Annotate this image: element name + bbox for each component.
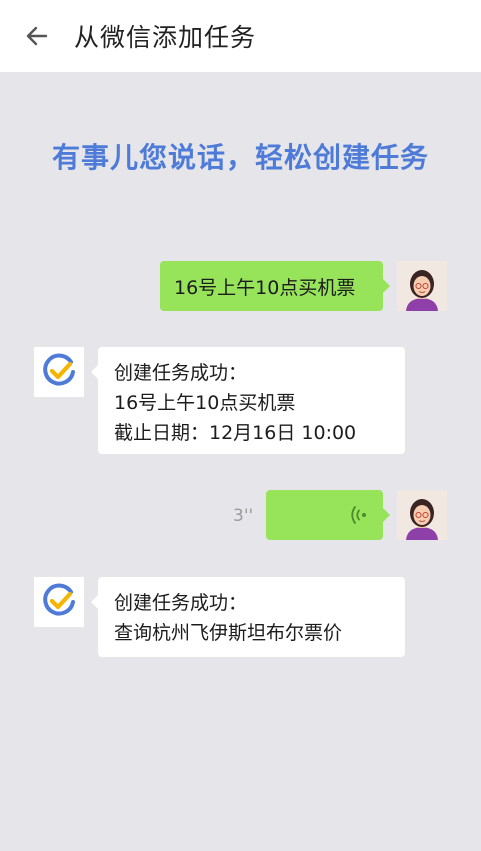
bot-avatar[interactable]: [34, 577, 84, 627]
user-message-text: 16号上午10点买机票: [174, 276, 356, 299]
bot-reply-line: 创建任务成功：: [114, 592, 248, 614]
voice-duration: 3'': [233, 506, 254, 526]
user-avatar[interactable]: [397, 261, 447, 311]
tagline: 有事儿您说话，轻松创建任务: [51, 141, 429, 174]
bot-reply-line: 16号上午10点买机票: [114, 392, 296, 414]
user-avatar[interactable]: [397, 490, 447, 540]
bot-reply-line: 创建任务成功：: [114, 362, 248, 384]
voice-message-bubble[interactable]: [266, 490, 390, 540]
ticktick-logo-icon: [43, 583, 75, 616]
bot-reply-bubble[interactable]: 创建任务成功： 查询杭州飞伊斯坦布尔票价: [91, 577, 405, 657]
header-bar: 从微信添加任务: [0, 0, 481, 72]
user-message-bubble[interactable]: 16号上午10点买机票: [160, 261, 390, 311]
bot-reply-bubble[interactable]: 创建任务成功： 16号上午10点买机票 截止日期：12月16日 10:00: [91, 347, 405, 454]
bot-reply-line: 查询杭州飞伊斯坦布尔票价: [114, 622, 343, 644]
back-arrow-icon: [26, 26, 48, 46]
bot-avatar[interactable]: [34, 347, 84, 397]
back-button[interactable]: [22, 21, 52, 51]
bot-reply-line: 截止日期：12月16日 10:00: [114, 422, 357, 444]
voice-wave-icon: [351, 506, 366, 524]
ticktick-logo-icon: [43, 353, 75, 386]
page-title: 从微信添加任务: [74, 23, 257, 52]
